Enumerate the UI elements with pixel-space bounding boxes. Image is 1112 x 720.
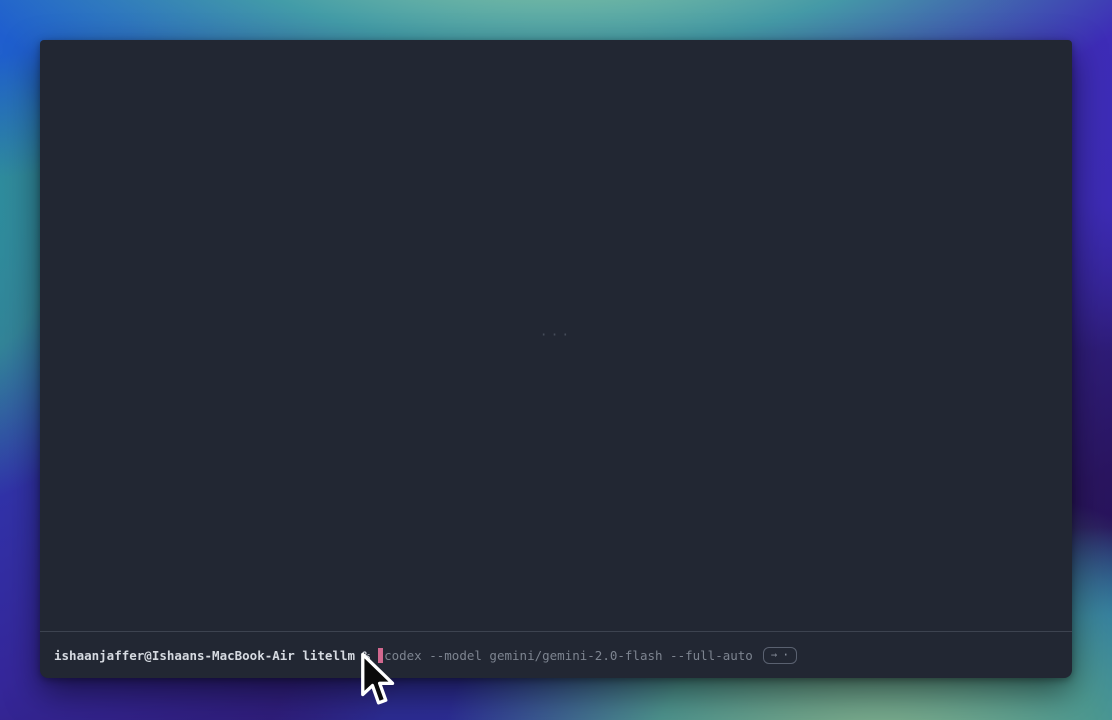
- command-prompt-line[interactable]: ishaanjaffer@Ishaans-MacBook-Air litellm…: [40, 632, 1072, 678]
- terminal-output-area: ···: [40, 40, 1072, 631]
- autosuggestion-command: codex --model gemini/gemini-2.0-flash --…: [384, 648, 753, 663]
- text-cursor: [378, 648, 383, 663]
- right-arrow-icon: →: [771, 649, 777, 661]
- shell-prompt: ishaanjaffer@Ishaans-MacBook-Air litellm…: [54, 648, 370, 663]
- terminal-window[interactable]: ··· ishaanjaffer@Ishaans-MacBook-Air lit…: [40, 40, 1072, 678]
- accept-suggestion-hint: → ·: [763, 647, 798, 664]
- loading-ellipsis: ···: [540, 328, 572, 343]
- dot-icon: ·: [782, 650, 789, 660]
